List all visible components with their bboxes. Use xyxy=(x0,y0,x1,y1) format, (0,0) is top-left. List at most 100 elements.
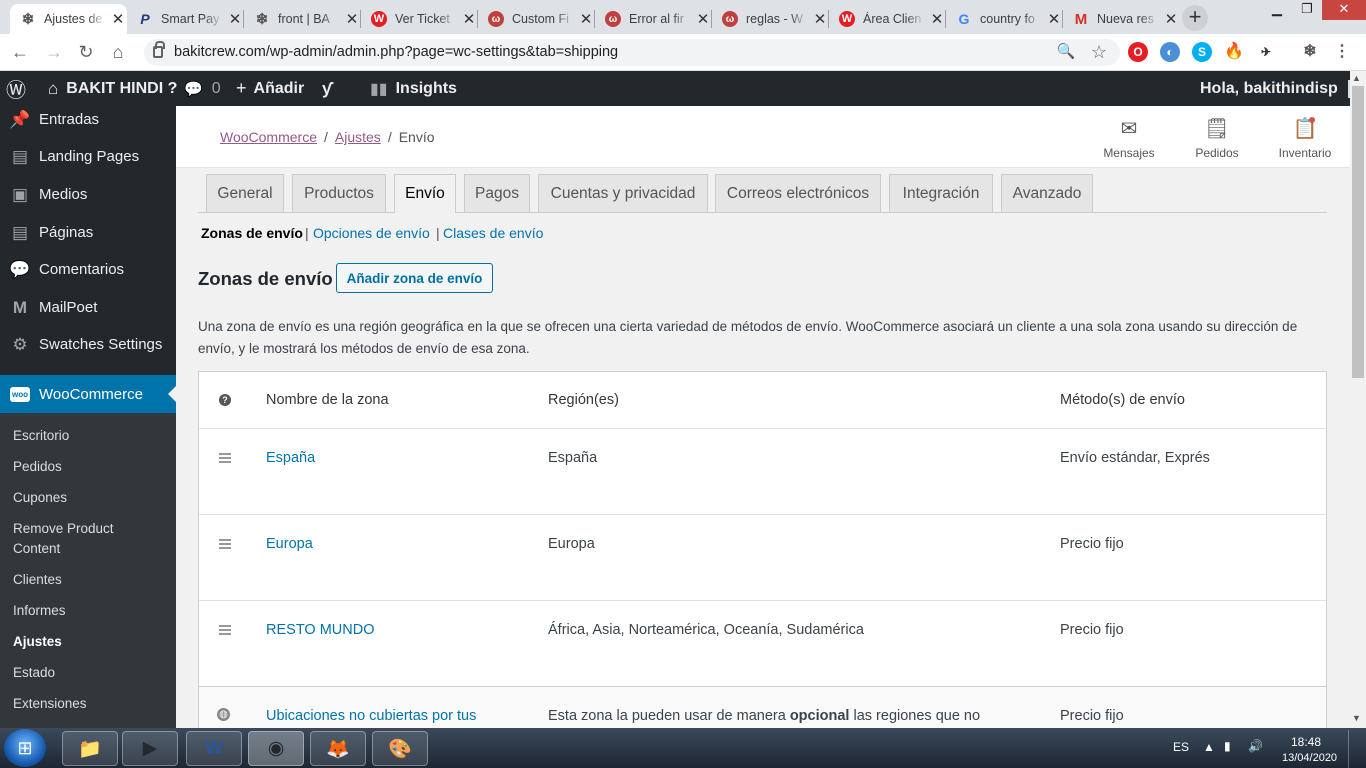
close-icon[interactable]: ✕ xyxy=(1163,10,1179,28)
sidebar-item-entradas[interactable]: 📌 Entradas xyxy=(0,101,176,138)
zone-name-link[interactable]: España xyxy=(266,450,315,466)
close-icon[interactable]: ✕ xyxy=(812,10,828,28)
close-icon[interactable]: ✕ xyxy=(110,10,126,28)
home-button[interactable]: ⌂ xyxy=(106,40,130,64)
browser-tab[interactable]: Gcountry fo ✕ xyxy=(946,4,1063,34)
drag-handle-icon[interactable] xyxy=(219,625,231,635)
yoast-icon[interactable]: ƴ xyxy=(322,71,331,106)
submenu-item[interactable]: Escritorio xyxy=(13,426,69,446)
submenu-item[interactable]: Remove Product Content xyxy=(13,519,163,559)
paint-icon[interactable]: 🎨 xyxy=(372,731,428,766)
close-icon[interactable]: ✕ xyxy=(695,10,711,28)
sidebar-item-woocommerce[interactable]: woo WooCommerce xyxy=(0,375,176,413)
sidebar-item-comentarios[interactable]: 💬 Comentarios xyxy=(0,251,176,288)
show-desktop-button[interactable] xyxy=(1348,730,1366,768)
scroll-down-arrow-icon[interactable]: ▼ xyxy=(1352,713,1361,723)
zone-name-link[interactable]: RESTO MUNDO xyxy=(266,622,375,638)
add-shipping-zone-button[interactable]: Añadir zona de envío xyxy=(336,263,493,293)
media-player-icon[interactable]: ▶ xyxy=(122,731,178,766)
scrollbar-thumb[interactable] xyxy=(1352,86,1364,378)
browser-tab[interactable]: P Smart Pay ✕ xyxy=(127,4,244,34)
firefox-icon[interactable]: 🦊 xyxy=(310,731,366,766)
forward-button[interactable]: → xyxy=(42,40,66,64)
vpn-extension-icon[interactable]: ✈ xyxy=(1256,42,1276,62)
network-icon[interactable]: ▮ xyxy=(1224,739,1231,753)
clock[interactable]: 18:48 13/04/2020 xyxy=(1282,734,1337,766)
sidebar-item-paginas[interactable]: ▤ Páginas xyxy=(0,214,176,251)
messages-button[interactable]: ✉ Mensajes xyxy=(1089,116,1169,160)
tab-pagos[interactable]: Pagos xyxy=(464,174,530,212)
menu-icon[interactable]: ⋮ xyxy=(1332,42,1352,62)
back-button[interactable]: ← xyxy=(8,40,32,64)
extension-icon[interactable]: ◐ xyxy=(1160,42,1180,62)
drag-handle-icon[interactable] xyxy=(219,453,231,463)
close-icon[interactable]: ✕ xyxy=(227,10,243,28)
reload-button[interactable]: ↻ xyxy=(74,40,98,64)
breadcrumb-link[interactable]: Ajustes xyxy=(335,129,381,145)
minimize-button[interactable]: ▁ xyxy=(1262,0,1292,20)
scroll-up-arrow-icon[interactable]: ▲ xyxy=(1352,73,1361,83)
close-icon[interactable]: ✕ xyxy=(1046,10,1062,28)
breadcrumb-link[interactable]: WooCommerce xyxy=(220,129,317,145)
window-close-button[interactable]: ✕ xyxy=(1322,0,1366,20)
start-button[interactable]: ⊞ xyxy=(4,729,46,767)
inventory-button[interactable]: 📋 Inventario xyxy=(1265,116,1345,160)
browser-tab[interactable]: ω reglas - W ✕ xyxy=(712,4,829,34)
browser-tab[interactable]: M Nueva res ✕ xyxy=(1063,4,1180,34)
subsection-opciones-link[interactable]: Opciones de envío xyxy=(313,225,430,241)
submenu-item[interactable]: Estado xyxy=(13,663,55,683)
file-explorer-icon[interactable]: 📁 xyxy=(62,731,118,766)
submenu-item[interactable]: Informes xyxy=(13,601,66,621)
maximize-button[interactable]: ❐ xyxy=(1292,0,1322,20)
sidebar-item-medios[interactable]: ▣ Medios xyxy=(0,176,176,213)
browser-tab[interactable]: ❄ front | BA ✕ xyxy=(244,4,361,34)
tab-cuentas[interactable]: Cuentas y privacidad xyxy=(538,174,708,212)
zone-name-link[interactable]: Ubicaciones no cubiertas por tus xyxy=(266,708,476,724)
close-icon[interactable]: ✕ xyxy=(578,10,594,28)
comments-link[interactable]: 💬 0 xyxy=(184,71,221,106)
address-bar[interactable]: bakitcrew.com/wp-admin/admin.php?page=wc… xyxy=(144,39,1120,66)
add-new-link[interactable]: + Añadir xyxy=(236,71,304,106)
drag-handle-icon[interactable] xyxy=(219,539,231,549)
help-icon[interactable]: ? xyxy=(219,394,231,406)
browser-tab[interactable]: ω Error al fir ✕ xyxy=(595,4,712,34)
zone-name-link[interactable]: Europa xyxy=(266,536,313,552)
tab-correos[interactable]: Correos electrónicos xyxy=(715,174,881,212)
snowflake-extension-icon[interactable]: ❄ xyxy=(1300,42,1320,62)
volume-icon[interactable]: 🔊 xyxy=(1248,739,1263,753)
tab-integracion[interactable]: Integración xyxy=(889,174,993,212)
browser-tab[interactable]: ❄ Ajustes de ✕ xyxy=(10,4,127,34)
submenu-item[interactable]: Cupones xyxy=(13,488,67,508)
browser-tab[interactable]: W Área Clien ✕ xyxy=(829,4,946,34)
tray-arrow-icon[interactable]: ▲ xyxy=(1203,740,1215,754)
tab-envio[interactable]: Envío xyxy=(394,174,456,213)
fire-extension-icon[interactable]: 🔥 xyxy=(1224,42,1244,62)
chrome-icon[interactable]: ◉ xyxy=(248,731,304,766)
opera-extension-icon[interactable]: O xyxy=(1128,42,1148,62)
close-icon[interactable]: ✕ xyxy=(344,10,360,28)
submenu-item[interactable]: Extensiones xyxy=(13,694,87,714)
insights-link[interactable]: ▮▮ Insights xyxy=(370,71,457,106)
submenu-item[interactable]: Pedidos xyxy=(13,457,62,477)
new-tab-button[interactable]: + xyxy=(1182,5,1208,31)
word-icon[interactable]: W xyxy=(186,731,242,766)
tab-productos[interactable]: Productos xyxy=(292,174,386,212)
orders-button[interactable]: 🗒 Pedidos xyxy=(1177,116,1257,160)
zoom-icon[interactable]: 🔍 xyxy=(1054,40,1078,64)
tab-general[interactable]: General xyxy=(206,174,284,212)
subsection-zonas-current[interactable]: Zonas de envío xyxy=(201,225,303,241)
sidebar-item-mailpoet[interactable]: M MailPoet xyxy=(0,289,176,326)
tab-avanzado[interactable]: Avanzado xyxy=(1001,174,1093,212)
sidebar-item-landing-pages[interactable]: ▤ Landing Pages xyxy=(0,138,176,175)
bookmark-star-icon[interactable]: ☆ xyxy=(1087,40,1111,64)
language-indicator[interactable]: ES xyxy=(1173,740,1189,754)
skype-icon[interactable]: S xyxy=(1192,42,1212,62)
submenu-item[interactable]: Clientes xyxy=(13,570,62,590)
close-icon[interactable]: ✕ xyxy=(929,10,945,28)
sidebar-item-swatches-settings[interactable]: ⚙ Swatches Settings xyxy=(0,326,176,363)
subsection-clases-link[interactable]: Clases de envío xyxy=(443,225,543,241)
submenu-item-current[interactable]: Ajustes xyxy=(13,632,62,652)
browser-tab[interactable]: ω Custom Fi ✕ xyxy=(478,4,595,34)
close-icon[interactable]: ✕ xyxy=(461,10,477,28)
browser-tab[interactable]: W Ver Ticket ✕ xyxy=(361,4,478,34)
